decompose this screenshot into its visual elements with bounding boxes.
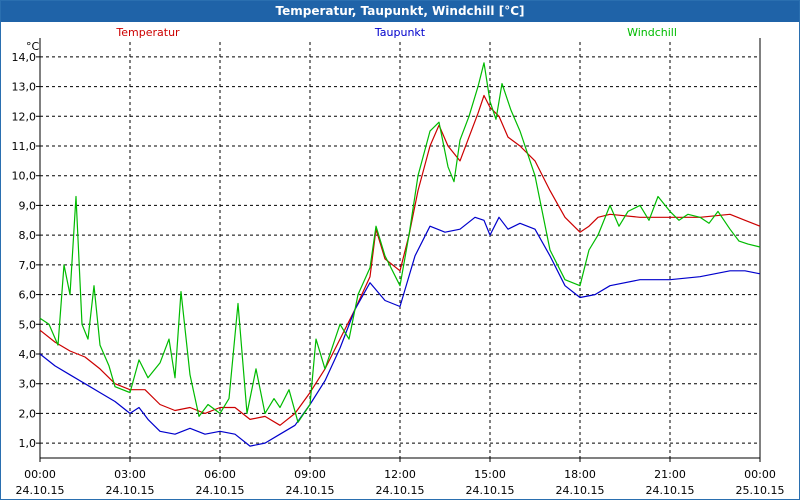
x-tick-label-time: 00:00 xyxy=(24,468,56,481)
y-tick-label: 6,0 xyxy=(19,289,37,302)
y-tick-label: 13,0 xyxy=(12,81,37,94)
x-tick-label-time: 21:00 xyxy=(654,468,686,481)
y-tick-label: 1,0 xyxy=(19,437,37,450)
x-tick-label-date: 24.10.15 xyxy=(466,484,515,497)
x-tick-label-time: 06:00 xyxy=(204,468,236,481)
y-tick-label: 3,0 xyxy=(19,378,37,391)
x-tick-label-time: 12:00 xyxy=(384,468,416,481)
y-tick-label: 5,0 xyxy=(19,318,37,331)
x-tick-label-date: 24.10.15 xyxy=(106,484,155,497)
x-tick-label-time: 15:00 xyxy=(474,468,506,481)
y-tick-label: 11,0 xyxy=(12,140,37,153)
x-tick-label-date: 24.10.15 xyxy=(16,484,65,497)
y-tick-label: 9,0 xyxy=(19,199,37,212)
x-tick-label-date: 24.10.15 xyxy=(286,484,335,497)
x-tick-label-date: 25.10.15 xyxy=(736,484,785,497)
x-tick-label-time: 09:00 xyxy=(294,468,326,481)
y-tick-label: 4,0 xyxy=(19,348,37,361)
legend-entry-taupunkt: Taupunkt xyxy=(374,26,426,39)
y-tick-label: 2,0 xyxy=(19,407,37,420)
y-tick-label: 7,0 xyxy=(19,259,37,272)
axes xyxy=(36,38,761,462)
x-tick-label-time: 18:00 xyxy=(564,468,596,481)
x-tick-label-date: 24.10.15 xyxy=(646,484,695,497)
x-tick-label-date: 24.10.15 xyxy=(196,484,245,497)
y-tick-label: 8,0 xyxy=(19,229,37,242)
x-tick-label-date: 24.10.15 xyxy=(556,484,605,497)
x-tick-label-time: 00:00 xyxy=(744,468,776,481)
chart-canvas: 1,0 2,0 3,0 4,0 5,0 6,0 7,0 8,0 9,0 10,0 11,0 12,0 1… xyxy=(12,26,785,497)
x-tick-label-time: 03:00 xyxy=(114,468,146,481)
y-tick-label: 10,0 xyxy=(12,170,37,183)
legend-entry-temperatur: Temperatur xyxy=(115,26,180,39)
x-tick-label-date: 24.10.15 xyxy=(376,484,425,497)
y-axis-unit-label: °C xyxy=(26,40,40,53)
y-tick-label: 12,0 xyxy=(12,110,37,123)
legend: Temperatur Taupunkt Windchill xyxy=(115,26,677,39)
grid-lines xyxy=(40,42,760,458)
legend-entry-windchill: Windchill xyxy=(627,26,677,39)
